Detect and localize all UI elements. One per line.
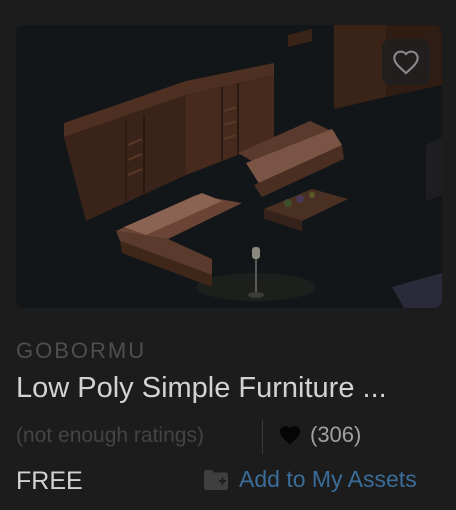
asset-card[interactable]: GOBORMU Low Poly Simple Furniture ... (n… xyxy=(0,0,456,510)
folder-plus-icon xyxy=(204,469,228,490)
add-to-my-assets-label: Add to My Assets xyxy=(239,466,417,492)
likes-count-label: (306) xyxy=(310,422,362,447)
publisher-name[interactable]: GOBORMU xyxy=(16,338,146,364)
asset-title[interactable]: Low Poly Simple Furniture ... xyxy=(16,372,442,405)
divider xyxy=(262,420,263,454)
heart-filled-icon xyxy=(280,426,300,445)
price-label: FREE xyxy=(16,467,83,495)
heart-outline-icon xyxy=(393,50,419,75)
asset-thumbnail[interactable] xyxy=(16,25,442,308)
likes-count: (306) xyxy=(278,422,361,448)
furniture-scene-image xyxy=(16,25,442,308)
add-to-my-assets-button[interactable]: Add to My Assets xyxy=(203,466,417,493)
rating-status: (not enough ratings) xyxy=(16,424,204,447)
favorite-button[interactable] xyxy=(382,39,430,85)
